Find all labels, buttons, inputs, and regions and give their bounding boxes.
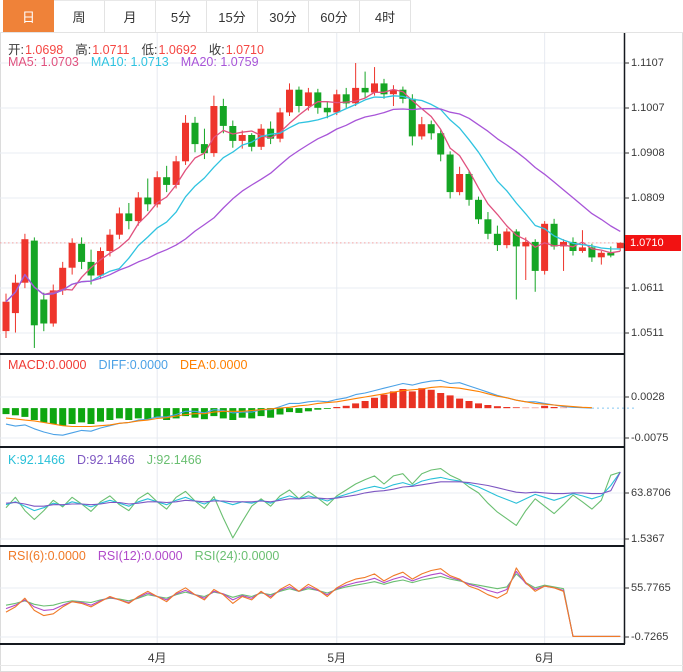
legend-item: DIFF:0.0000 [99,358,168,372]
y-axis-label: 1.0611 [631,282,664,294]
rsi-pane [6,568,620,637]
legend-item: DEA:0.0000 [180,358,247,372]
legend-item: MA20: 1.0759 [181,55,259,69]
kdj-pane [6,469,620,538]
legend-item: MA10: 1.0713 [91,55,169,69]
current-price-badge: 1.0710 [625,235,681,251]
legend-item: RSI(6):0.0000 [8,549,86,563]
legend-item: D:92.1466 [77,453,135,467]
x-axis-label: 5月 [315,649,359,666]
legend-item: RSI(12):0.0000 [98,549,183,563]
legend-item: MA5: 1.0703 [8,55,79,69]
legend-item: MACD:0.0000 [8,358,87,372]
y-axis-label: 55.7765 [631,582,671,594]
tab-60min[interactable]: 60分 [309,0,360,32]
kdj-legend: K:92.1466 D:92.1466 J:92.1466 [8,453,214,467]
y-axis-label: 1.0908 [631,147,665,159]
timeframe-tab-bar: 日周月5分15分30分60分4时 [0,0,683,33]
x-axis-label: 6月 [523,649,567,666]
tab-15min[interactable]: 15分 [207,0,258,32]
y-axis-label: 1.5367 [631,533,665,545]
tab-4hour[interactable]: 4时 [360,0,411,32]
tab-week[interactable]: 周 [54,0,105,32]
y-axis-label: -0.0075 [631,432,668,444]
y-axis-label: 1.1007 [631,102,665,114]
tab-day[interactable]: 日 [3,0,54,32]
tab-30min[interactable]: 30分 [258,0,309,32]
y-axis-label: 1.0809 [631,192,665,204]
rsi-legend: RSI(6):0.0000 RSI(12):0.0000 RSI(24):0.000… [8,549,291,563]
tab-5min[interactable]: 5分 [156,0,207,32]
y-axis-label: 1.1107 [631,57,664,69]
trading-chart-app: 日周月5分15分30分60分4时 开:1.0698高:1.0711低:1.069… [0,0,683,672]
legend-item: J:92.1466 [147,453,202,467]
y-axis-label: 0.0028 [631,391,665,403]
legend-item: RSI(24):0.0000 [195,549,280,563]
macd-legend: MACD:0.0000 DIFF:0.0000 DEA:0.0000 [8,358,259,372]
y-axis-label: 1.0511 [631,327,664,339]
y-axis-label: 63.8706 [631,487,671,499]
ma-legend: MA5: 1.0703 MA10: 1.0713 MA20: 1.0759 [8,55,271,69]
macd-pane [3,380,635,435]
y-axis-label: -0.7265 [631,631,668,643]
candles-layer [3,63,624,348]
tab-month[interactable]: 月 [105,0,156,32]
bottom-divider [0,665,683,666]
x-axis-label: 4月 [135,649,179,666]
legend-item: K:92.1466 [8,453,65,467]
